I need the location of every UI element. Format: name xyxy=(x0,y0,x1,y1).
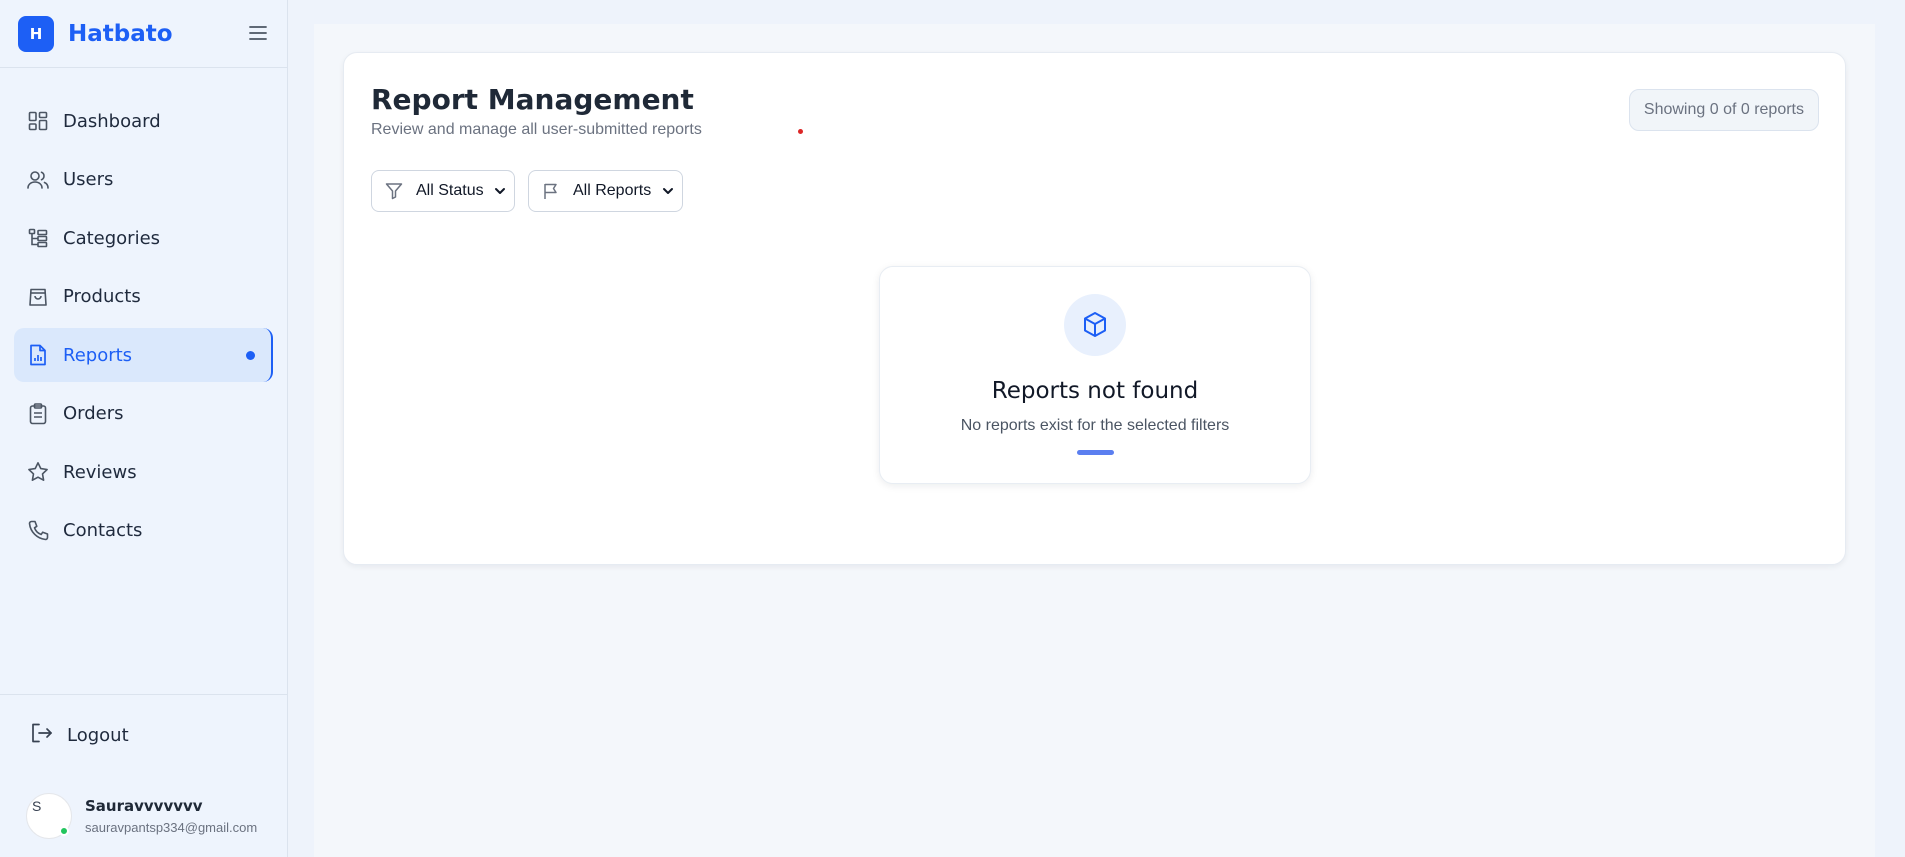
sidebar-item-label: Orders xyxy=(63,403,124,424)
sidebar-item-label: Users xyxy=(63,169,114,190)
report-chart-icon xyxy=(27,344,49,366)
clipboard-icon xyxy=(27,402,49,425)
user-name: Sauravvvvvvv xyxy=(85,797,203,815)
sidebar-item-users[interactable]: Users xyxy=(14,153,273,207)
cube-box-icon xyxy=(1064,294,1126,356)
sidebar-item-label: Categories xyxy=(63,227,161,249)
report-management-card: Report Management Review and manage all … xyxy=(343,52,1846,565)
logout-label: Logout xyxy=(67,724,129,746)
brand-header: H Hatbato xyxy=(0,0,287,68)
sidebar-nav: Dashboard Users Categories Products Repo… xyxy=(0,68,287,558)
filter-funnel-icon xyxy=(384,181,404,201)
reports-filter-value: All Reports xyxy=(573,182,652,199)
empty-state-title: Reports not found xyxy=(991,378,1199,404)
results-count-badge: Showing 0 of 0 reports xyxy=(1628,89,1819,131)
empty-state-card: Reports not found No reports exist for t… xyxy=(879,266,1311,484)
chevron-down-icon xyxy=(494,184,506,202)
chevron-down-icon xyxy=(662,184,674,202)
sidebar-item-label: Products xyxy=(63,286,141,307)
logout-icon xyxy=(31,723,53,748)
sidebar-item-label: Reviews xyxy=(63,461,137,483)
users-icon xyxy=(27,169,49,191)
online-status-dot xyxy=(59,826,69,836)
page-title: Report Management xyxy=(371,83,694,116)
sidebar-item-categories[interactable]: Categories xyxy=(14,211,273,265)
sidebar: H Hatbato Dashboard Users Categories Pro… xyxy=(0,0,288,857)
avatar[interactable]: S xyxy=(26,793,72,839)
status-filter-select[interactable]: All Status xyxy=(371,170,515,212)
sidebar-footer: Logout S Sauravvvvvvv sauravpantsp334@gm… xyxy=(0,694,288,857)
page-subtitle: Review and manage all user-submitted rep… xyxy=(371,121,702,138)
brand-logo[interactable]: H xyxy=(18,15,54,52)
sidebar-item-label: Reports xyxy=(63,344,133,366)
dashboard-grid-icon xyxy=(27,110,49,132)
categories-tree-icon xyxy=(27,227,49,249)
sidebar-item-products[interactable]: Products xyxy=(14,270,273,324)
sidebar-item-reviews[interactable]: Reviews xyxy=(14,445,273,499)
user-profile[interactable]: S Sauravvvvvvv sauravpantsp334@gmail.com xyxy=(26,793,257,839)
sidebar-item-dashboard[interactable]: Dashboard xyxy=(14,94,273,148)
phone-icon xyxy=(27,520,49,542)
sidebar-item-label: Contacts xyxy=(63,520,143,541)
sidebar-item-orders[interactable]: Orders xyxy=(14,387,273,441)
flag-icon xyxy=(541,181,561,201)
sidebar-item-contacts[interactable]: Contacts xyxy=(14,504,273,558)
sidebar-item-reports[interactable]: Reports xyxy=(14,328,273,382)
status-filter-value: All Status xyxy=(416,182,484,199)
logout-button[interactable]: Logout xyxy=(18,715,268,755)
active-indicator-dot xyxy=(246,351,255,360)
brand-name[interactable]: Hatbato xyxy=(68,21,173,47)
hamburger-menu-icon[interactable] xyxy=(247,22,269,44)
empty-state-message: No reports exist for the selected filter… xyxy=(960,417,1230,434)
user-info: Sauravvvvvvv sauravpantsp334@gmail.com xyxy=(85,797,257,835)
star-icon xyxy=(27,461,49,483)
shopping-bag-icon xyxy=(27,286,49,308)
sidebar-item-label: Dashboard xyxy=(63,110,161,132)
accent-divider xyxy=(1077,450,1114,455)
reports-filter-select[interactable]: All Reports xyxy=(528,170,683,212)
user-email: sauravpantsp334@gmail.com xyxy=(85,820,258,835)
indicator-dot xyxy=(798,129,803,134)
avatar-alt-text: S xyxy=(32,798,42,814)
